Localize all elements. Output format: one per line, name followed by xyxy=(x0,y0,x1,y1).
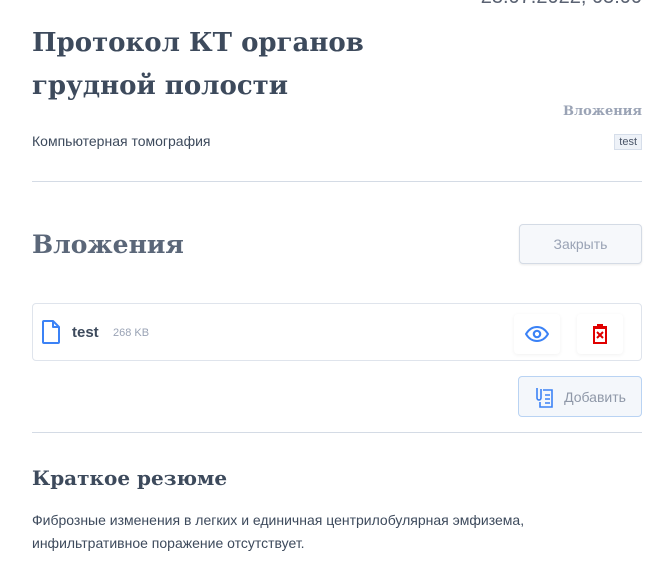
view-button[interactable] xyxy=(514,314,560,354)
modality-subtitle: Компьютерная томография xyxy=(32,133,211,149)
trash-icon xyxy=(593,324,607,344)
divider xyxy=(32,181,642,182)
page-title: Протокол КТ органов грудной полости xyxy=(32,28,364,101)
file-name[interactable]: test xyxy=(72,324,99,341)
attachments-link[interactable]: Вложения xyxy=(563,104,642,119)
attachments-heading: Вложения xyxy=(32,230,184,259)
file-row: test 268 KB xyxy=(32,303,642,361)
add-label: Добавить xyxy=(564,388,626,405)
tag-badge: test xyxy=(614,134,642,150)
report-date: 23.07.2022, 05:00 xyxy=(481,0,642,9)
summary-heading: Краткое резюме xyxy=(32,466,228,490)
add-attachment-button[interactable]: Добавить xyxy=(518,376,642,417)
eye-icon xyxy=(525,326,549,342)
close-button[interactable]: Закрыть xyxy=(519,224,642,264)
summary-text: Фиброзные изменения в легких и единичная… xyxy=(32,512,525,551)
delete-button[interactable] xyxy=(577,314,623,354)
divider xyxy=(32,432,642,433)
file-size: 268 KB xyxy=(113,327,150,339)
file-icon xyxy=(42,320,60,344)
attach-document-icon xyxy=(536,387,553,408)
